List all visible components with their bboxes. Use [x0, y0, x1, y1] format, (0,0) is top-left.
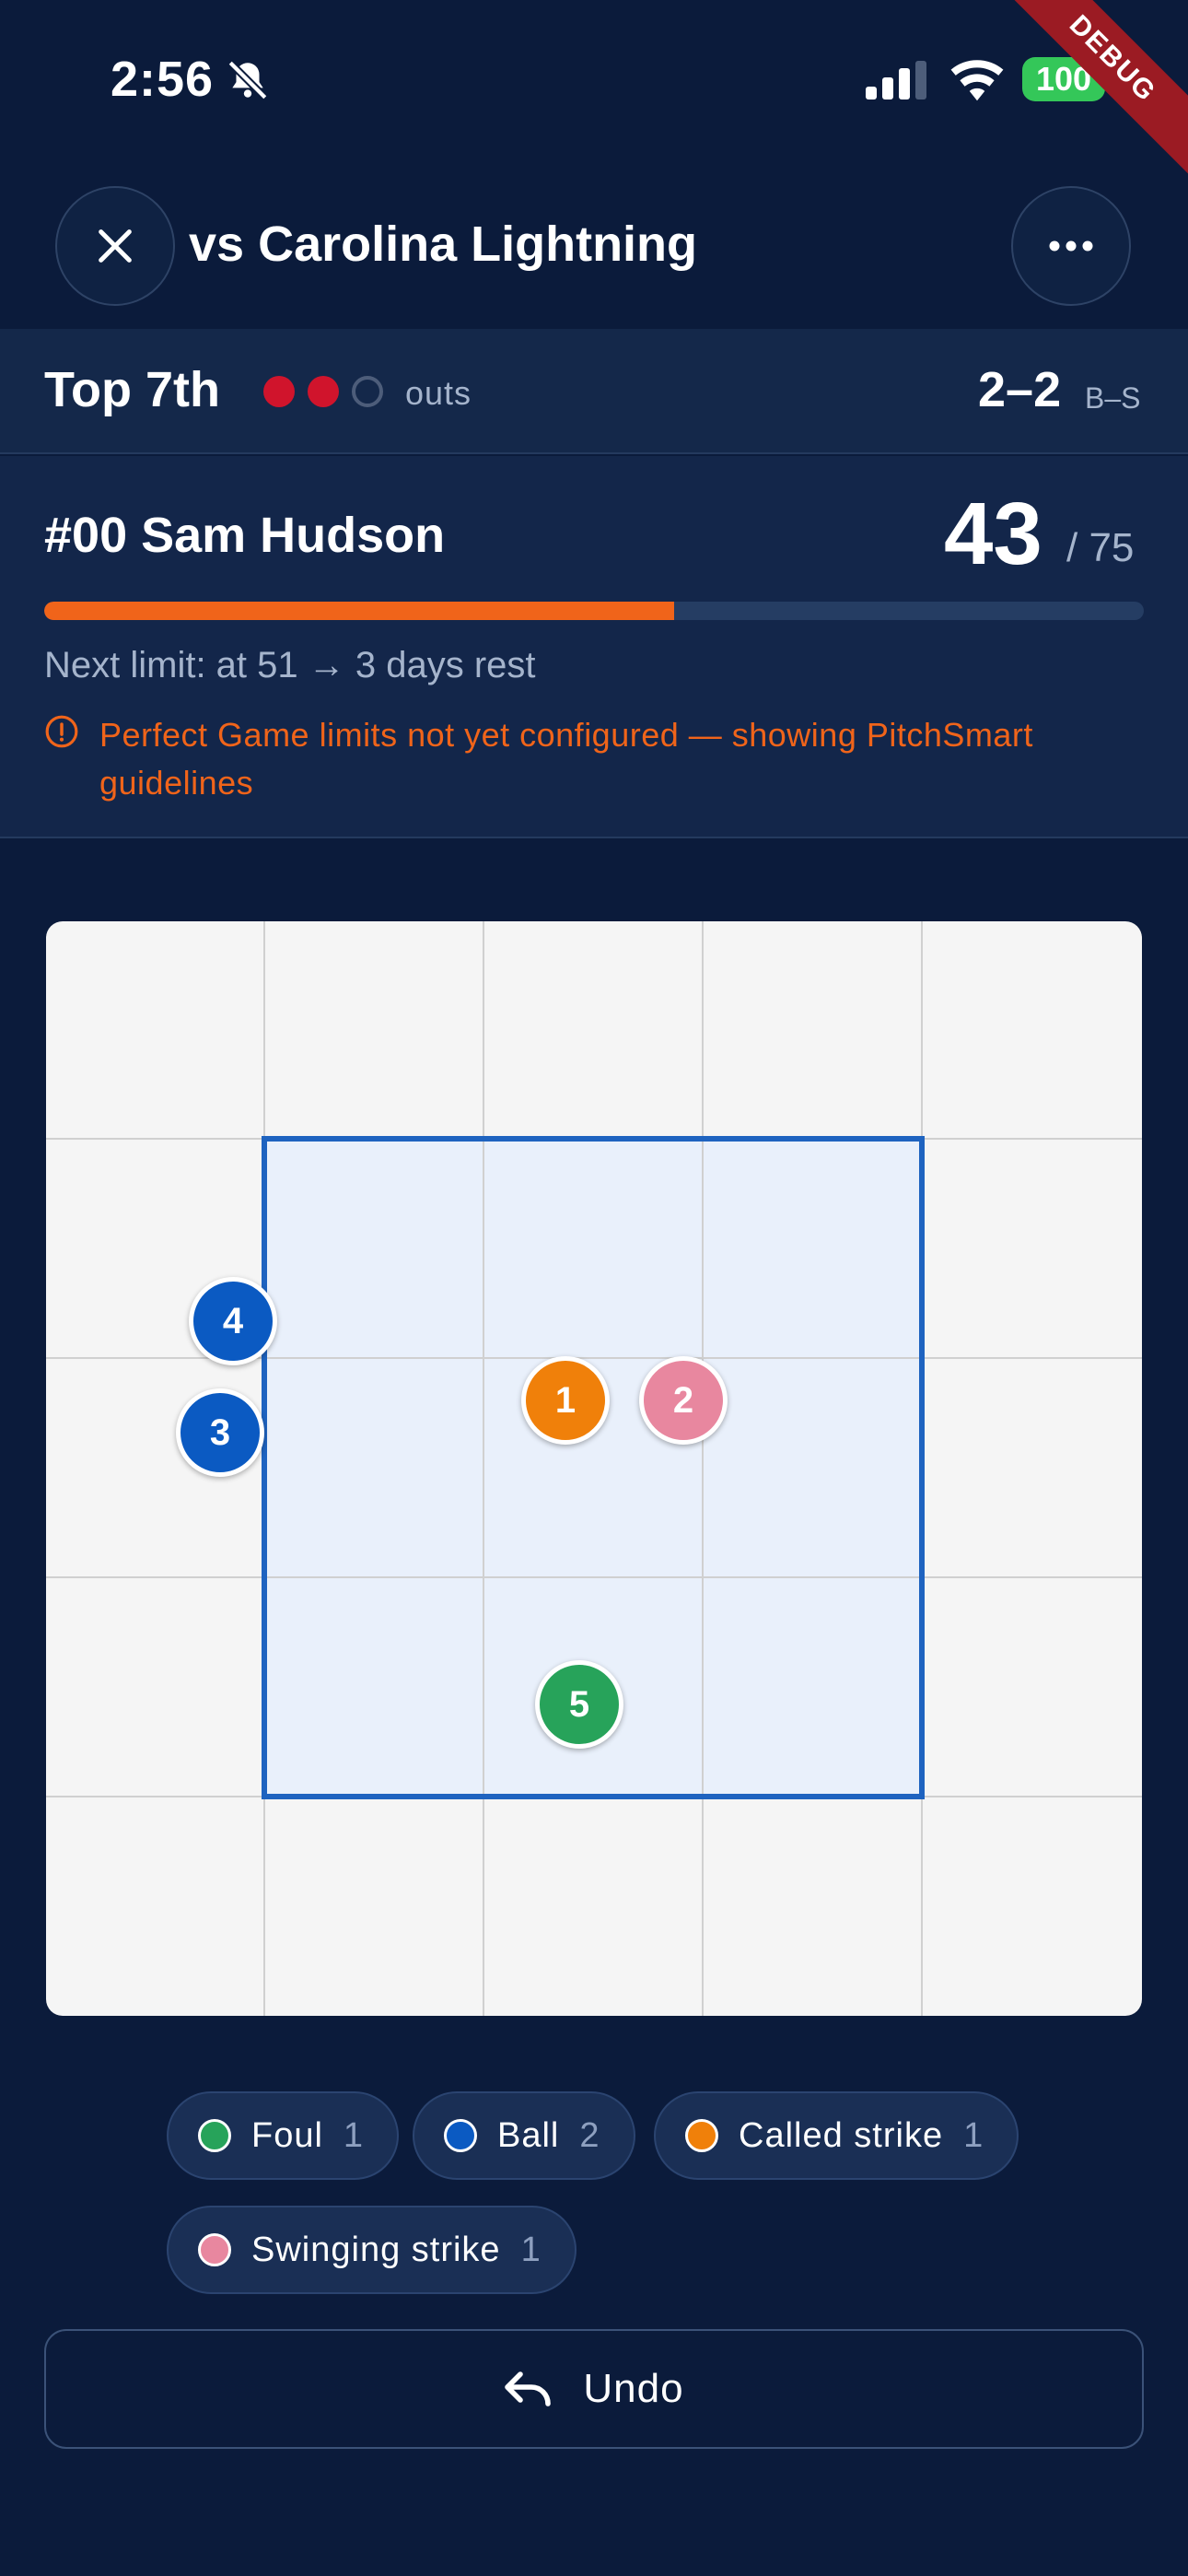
debug-banner: DEBUG [1004, 0, 1188, 184]
count-label: B–S [1085, 381, 1141, 415]
legend-chip-swinging-strike[interactable]: Swinging strike 1 [167, 2206, 577, 2294]
signal-icon [866, 61, 926, 100]
more-horizontal-icon [1049, 240, 1093, 252]
more-options-button[interactable] [1011, 186, 1131, 306]
pitch-count-progress-fill [44, 602, 675, 620]
out-dot-filled [263, 376, 295, 407]
undo-icon [505, 2371, 552, 2406]
out-dot-filled [308, 376, 339, 407]
undo-button[interactable]: Undo [44, 2329, 1144, 2449]
next-limit-text: Next limit: at 51 → 3 days rest [44, 645, 536, 685]
pitch-limit: / 75 [1066, 525, 1135, 570]
bell-slash-icon [227, 60, 268, 100]
out-dot-empty [352, 376, 383, 407]
legend-label: Ball [497, 2115, 560, 2155]
wifi-icon [950, 60, 1004, 101]
pitch-marker-5[interactable]: 5 [535, 1660, 623, 1749]
legend-label: Foul [251, 2115, 323, 2155]
legend-chip-ball[interactable]: Ball 2 [413, 2091, 635, 2180]
info-icon [45, 715, 78, 748]
pitch-marker-2[interactable]: 2 [639, 1356, 728, 1445]
pitcher-name: #00 Sam Hudson [44, 508, 446, 563]
debug-label: DEBUG [1004, 0, 1188, 183]
foul-dot-icon [198, 2119, 231, 2152]
pitch-number: 4 [222, 1300, 244, 1341]
ball-strike-count: 2–2 [978, 362, 1062, 417]
pitch-marker-3[interactable]: 3 [176, 1388, 264, 1477]
legend-count: 1 [343, 2115, 365, 2155]
page-title: vs Carolina Lightning [189, 217, 698, 272]
legend-chip-foul[interactable]: Foul 1 [167, 2091, 400, 2180]
pitch-number: 1 [554, 1379, 577, 1421]
pitch-count: 43 [944, 485, 1042, 583]
outs-label: outs [405, 374, 472, 412]
limits-warning: Perfect Game limits not yet configured —… [99, 716, 1033, 802]
pitch-number: 3 [209, 1411, 231, 1453]
pitch-count-progress [44, 602, 1144, 620]
legend-chip-called-strike[interactable]: Called strike 1 [654, 2091, 1019, 2180]
pitch-marker-1[interactable]: 1 [521, 1356, 610, 1445]
ball-dot-icon [444, 2119, 477, 2152]
called-strike-dot-icon [685, 2119, 718, 2152]
legend-count: 2 [579, 2115, 600, 2155]
undo-label: Undo [583, 2366, 684, 2411]
pitch-marker-4[interactable]: 4 [189, 1277, 277, 1365]
swinging-strike-dot-icon [198, 2233, 231, 2266]
legend-count: 1 [963, 2115, 984, 2155]
status-time: 2:56 [111, 52, 215, 107]
legend-label: Swinging strike [251, 2230, 501, 2269]
pitch-number: 2 [672, 1379, 694, 1421]
inning-label: Top 7th [44, 362, 220, 417]
close-button[interactable] [55, 186, 175, 306]
legend-label: Called strike [739, 2115, 944, 2155]
close-icon [99, 229, 132, 263]
legend-count: 1 [520, 2230, 542, 2269]
pitch-number: 5 [568, 1683, 590, 1725]
